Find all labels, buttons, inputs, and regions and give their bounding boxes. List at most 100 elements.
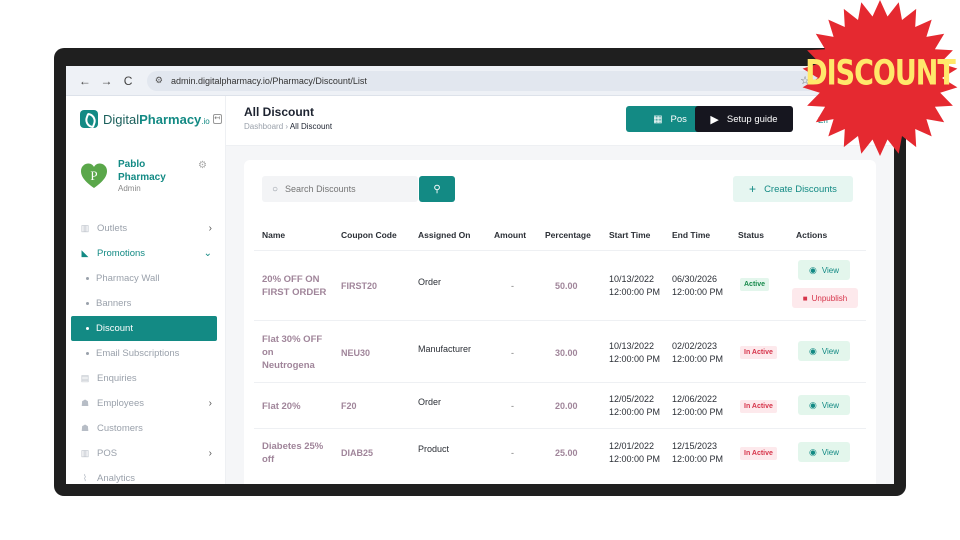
amount: - bbox=[511, 281, 514, 291]
sidebar-item-email-subscriptions[interactable]: Email Subscriptions bbox=[66, 341, 226, 366]
end-time: 12:00:00 PM bbox=[672, 287, 724, 297]
column-header-end-time: End Time bbox=[672, 230, 711, 240]
status-badge: In Active bbox=[740, 400, 777, 413]
sidebar-menu: ▥ Outlets › ◣ Promotions ⌄ Pharmacy Wall bbox=[66, 216, 226, 484]
register-icon: ▥ bbox=[80, 448, 90, 458]
trash-icon: ■ bbox=[802, 293, 808, 303]
sidebar-item-customers[interactable]: ☗ Customers bbox=[66, 416, 226, 441]
column-header-amount: Amount bbox=[494, 230, 527, 240]
view-button-label: View bbox=[821, 346, 840, 356]
forward-arrow-icon[interactable]: → bbox=[96, 74, 118, 88]
register-icon: ▦ bbox=[653, 113, 663, 125]
view-button[interactable]: ◉ View bbox=[798, 341, 850, 361]
avatar[interactable]: P bbox=[80, 162, 108, 190]
app-logo[interactable]: DigitalPharmacy.io ↤ bbox=[80, 110, 222, 128]
sidebar: DigitalPharmacy.io ↤ P Pablo Pharmacy Ad… bbox=[66, 96, 226, 484]
breadcrumb-dashboard-link[interactable]: Dashboard bbox=[244, 122, 283, 131]
sidebar-item-discount[interactable]: Discount bbox=[71, 316, 217, 341]
sidebar-item-pharmacy-wall[interactable]: Pharmacy Wall bbox=[66, 266, 226, 291]
collapse-sidebar-icon[interactable]: ↤ bbox=[212, 114, 222, 124]
clipboard-icon: ▤ bbox=[80, 373, 90, 383]
profile-card: P Pablo Pharmacy Admin ⚙ bbox=[80, 158, 220, 198]
view-button[interactable]: ◉ View bbox=[798, 395, 850, 415]
start-time: 12:00:00 PM bbox=[609, 454, 661, 464]
column-header-percentage: Percentage bbox=[545, 230, 591, 240]
percentage: 30.00 bbox=[555, 348, 578, 358]
start-time: 12:00:00 PM bbox=[609, 354, 661, 364]
start-date: 12/05/2022 bbox=[609, 394, 655, 404]
bullet-icon bbox=[86, 302, 89, 305]
setup-guide-button[interactable]: ▶ Setup guide bbox=[695, 106, 793, 132]
coupon-code: FIRST20 bbox=[341, 281, 378, 291]
end-date: 02/02/2023 bbox=[672, 341, 718, 351]
chart-icon: ⌇ bbox=[82, 473, 88, 483]
discount-name[interactable]: Flat 20% bbox=[262, 400, 332, 413]
users-icon: ☗ bbox=[80, 423, 90, 433]
start-date: 12/01/2022 bbox=[609, 441, 655, 451]
sidebar-item-label: Enquiries bbox=[97, 373, 137, 384]
percentage: 25.00 bbox=[555, 448, 578, 458]
column-header-status: Status bbox=[738, 230, 764, 240]
start-time: 12:00:00 PM bbox=[609, 287, 661, 297]
avatar-initial: P bbox=[90, 168, 97, 183]
breadcrumb-current: All Discount bbox=[289, 122, 333, 131]
play-icon: ▶ bbox=[710, 113, 719, 126]
sidebar-item-banners[interactable]: Banners bbox=[66, 291, 226, 316]
setup-guide-label: Setup guide bbox=[726, 113, 778, 125]
breadcrumb-separator: › bbox=[285, 122, 289, 131]
promo-graphic: ← → C ⚙ admin.digitalpharmacy.io/Pharmac… bbox=[0, 0, 960, 540]
view-button[interactable]: ◉ View bbox=[798, 260, 850, 280]
search-input[interactable] bbox=[285, 184, 406, 194]
sidebar-item-analytics[interactable]: ⌇ Analytics bbox=[66, 466, 226, 484]
column-header-name: Name bbox=[262, 230, 286, 240]
end-date: 12/15/2023 bbox=[672, 441, 718, 451]
eye-icon: ◉ bbox=[808, 399, 817, 410]
sidebar-item-label: Customers bbox=[97, 423, 143, 434]
chevron-right-icon: › bbox=[208, 223, 212, 234]
search-button[interactable]: ⚲ bbox=[419, 176, 455, 202]
reload-icon[interactable]: C bbox=[117, 74, 139, 88]
end-date: 12/06/2022 bbox=[672, 394, 718, 404]
plus-icon: + bbox=[749, 182, 757, 196]
sidebar-item-label: Outlets bbox=[97, 223, 128, 234]
coupon-code: DIAB25 bbox=[341, 448, 374, 458]
start-date: 10/13/2022 bbox=[609, 274, 655, 284]
create-discount-label: Create Discounts bbox=[764, 183, 837, 195]
site-settings-icon[interactable]: ⚙ bbox=[155, 75, 163, 86]
sidebar-item-label: Employees bbox=[97, 398, 144, 409]
sidebar-item-promotions[interactable]: ◣ Promotions ⌄ bbox=[66, 241, 226, 266]
sidebar-item-label: Banners bbox=[96, 298, 132, 309]
search-field[interactable]: ○ bbox=[262, 176, 418, 202]
address-bar[interactable]: ⚙ admin.digitalpharmacy.io/Pharmacy/Disc… bbox=[146, 70, 894, 91]
discount-name[interactable]: Diabetes 25% off bbox=[262, 440, 332, 466]
logo-wordmark: DigitalPharmacy.io bbox=[103, 111, 210, 127]
row-divider bbox=[254, 250, 866, 251]
search-icon: ⚲ bbox=[433, 183, 441, 195]
sidebar-item-pos[interactable]: ▥ POS › bbox=[66, 441, 226, 466]
megaphone-icon: ◣ bbox=[81, 248, 89, 258]
unpublish-button[interactable]: ■ Unpublish bbox=[792, 288, 858, 308]
discount-list-card: ○ ⚲ + Create Discounts Name Coupon Code … bbox=[244, 160, 876, 484]
back-arrow-icon[interactable]: ← bbox=[74, 74, 96, 88]
create-discount-button[interactable]: + Create Discounts bbox=[733, 176, 853, 202]
sidebar-item-employees[interactable]: ☗ Employees › bbox=[66, 391, 226, 416]
start-date: 10/13/2022 bbox=[609, 341, 655, 351]
view-button[interactable]: ◉ View bbox=[798, 442, 850, 462]
discount-name[interactable]: Flat 30% OFF on Neutrogena bbox=[262, 333, 326, 372]
status-badge: In Active bbox=[740, 447, 777, 460]
end-time: 12:00:00 PM bbox=[672, 354, 724, 364]
leaf-logo-icon bbox=[80, 110, 98, 128]
sidebar-item-label: Analytics bbox=[97, 473, 136, 484]
view-button-label: View bbox=[821, 447, 840, 457]
building-icon: ▥ bbox=[80, 223, 90, 233]
assigned-on: Order bbox=[418, 277, 442, 287]
settings-gear-icon[interactable]: ⚙ bbox=[198, 160, 207, 171]
percentage: 20.00 bbox=[555, 401, 578, 411]
sidebar-item-outlets[interactable]: ▥ Outlets › bbox=[66, 216, 226, 241]
screen: ← → C ⚙ admin.digitalpharmacy.io/Pharmac… bbox=[66, 66, 894, 484]
assigned-on: Order bbox=[418, 397, 442, 407]
discount-name[interactable]: 20% OFF ON FIRST ORDER bbox=[262, 273, 332, 299]
sidebar-item-label: Email Subscriptions bbox=[96, 348, 180, 359]
row-divider bbox=[254, 428, 866, 429]
sidebar-item-enquiries[interactable]: ▤ Enquiries bbox=[66, 366, 226, 391]
